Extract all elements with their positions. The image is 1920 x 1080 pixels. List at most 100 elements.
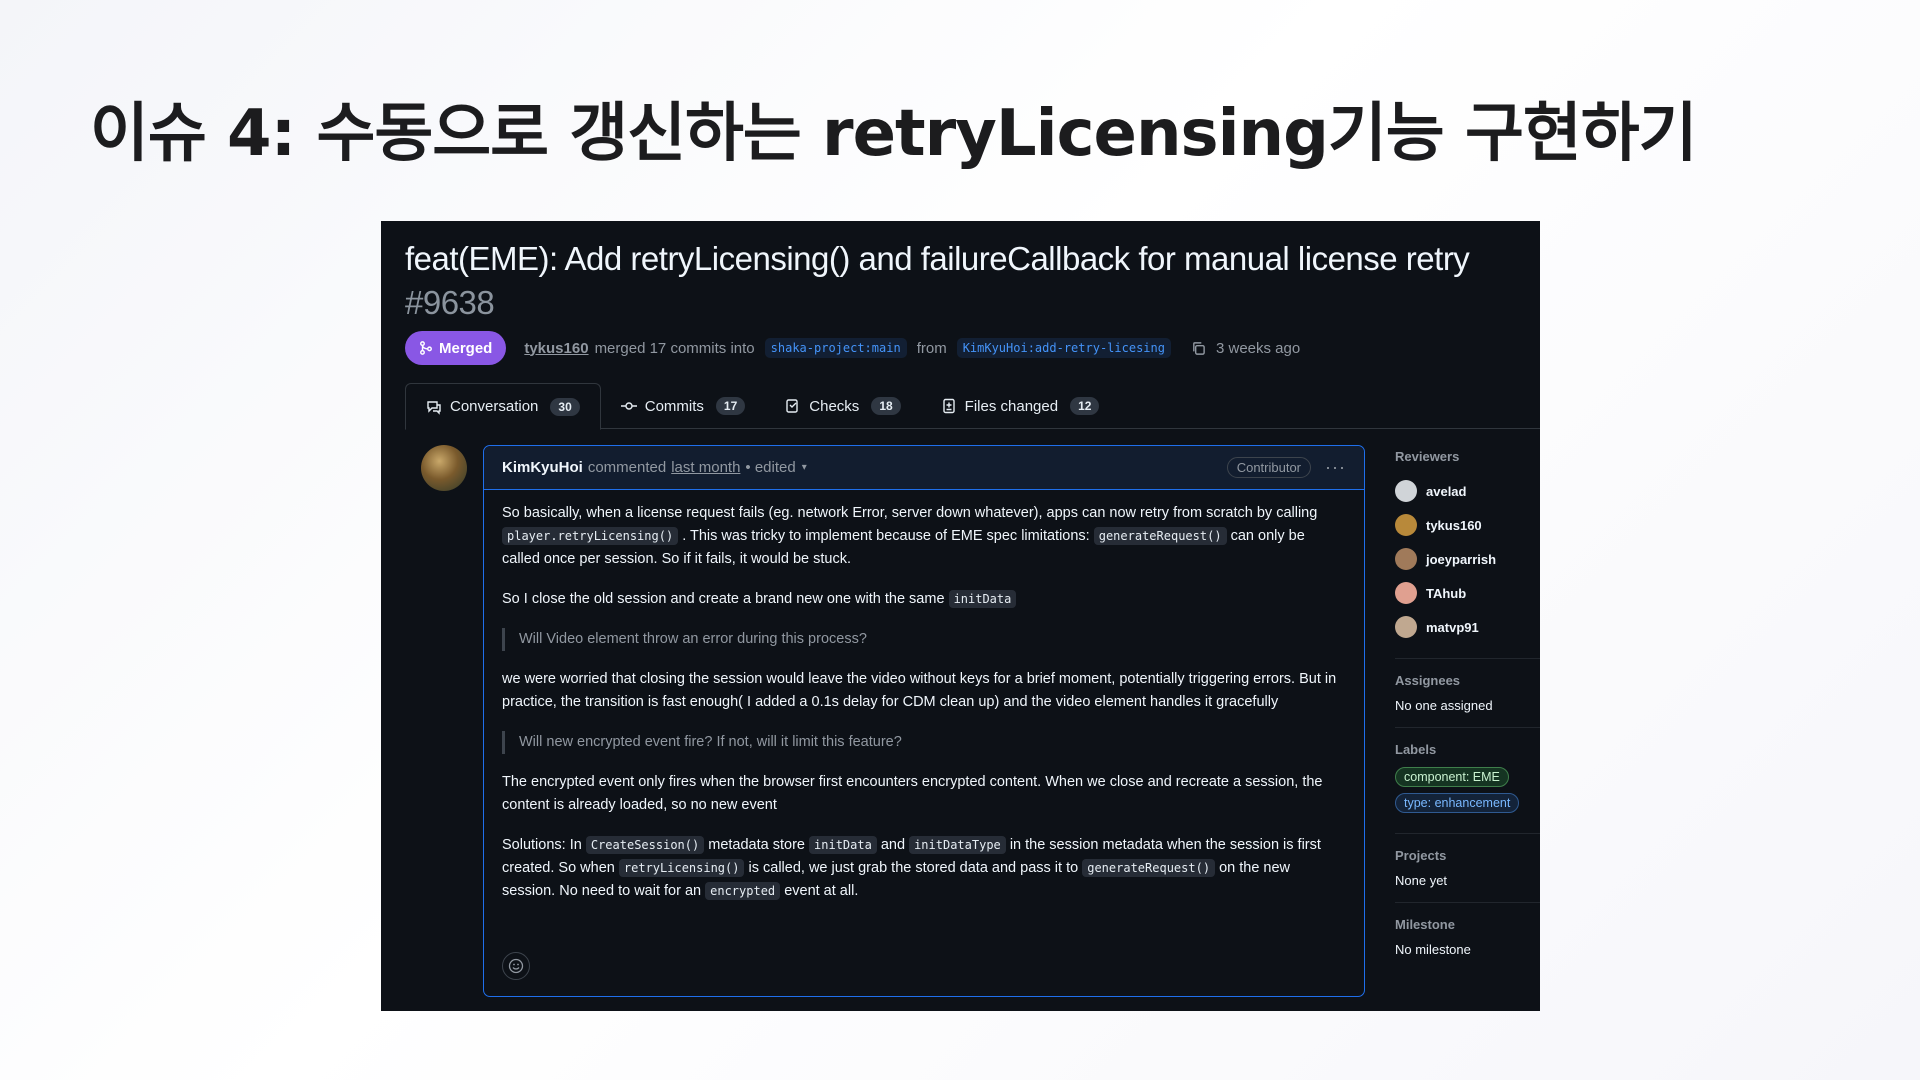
label-badge[interactable]: type: enhancement (1395, 793, 1520, 813)
blockquote: Will new encrypted event fire? If not, w… (502, 731, 1346, 754)
merged-badge-label: Merged (439, 339, 493, 357)
emoji-reaction-button[interactable] (502, 952, 530, 980)
reviewer-name: avelad (1426, 483, 1467, 499)
slide-title: 이슈 4: 수동으로 갱신하는 retryLicensing기능 구현하기 (90, 97, 1697, 171)
labels-section: Labels component: EME type: enhancement (1395, 742, 1540, 834)
projects-section: Projects None yet (1395, 848, 1540, 903)
pr-tabs: Conversation 30 Commits 17 Checks 18 Fil… (405, 383, 1540, 430)
pr-sidebar: Reviewers avelad tykus160 joeyparrish TA… (1395, 449, 1540, 985)
text: event at all. (784, 883, 859, 899)
inline-code: player.retryLicensing() (502, 527, 679, 545)
inline-code: initDataType (909, 836, 1006, 854)
from-text: from (916, 339, 947, 357)
inline-code: CreateSession() (585, 836, 705, 854)
smiley-icon (508, 958, 524, 974)
avatar (1395, 480, 1417, 502)
pr-number[interactable]: #9638 (405, 284, 495, 321)
tab-label: Checks (809, 397, 860, 415)
kebab-menu-icon[interactable]: ··· (1325, 457, 1346, 478)
paragraph: So I close the old session and create a … (502, 588, 1346, 611)
text: . This was tricky to implement because o… (682, 528, 1090, 544)
avatar[interactable] (421, 445, 467, 491)
reviewers-heading[interactable]: Reviewers (1395, 449, 1540, 464)
tab-counter: 12 (1070, 397, 1100, 415)
milestone-heading[interactable]: Milestone (1395, 917, 1540, 932)
comment-header: KimKyuHoi commented last month • edited … (484, 446, 1364, 490)
labels-heading[interactable]: Labels (1395, 742, 1540, 757)
reviewer-name: TAhub (1426, 585, 1467, 601)
commit-icon (620, 402, 637, 410)
comment-author[interactable]: KimKyuHoi (502, 459, 583, 476)
milestone-section: Milestone No milestone (1395, 917, 1540, 971)
paragraph: The encrypted event only fires when the … (502, 774, 1323, 813)
assignees-section: Assignees No one assigned (1395, 673, 1540, 728)
pr-title-text: feat(EME): Add retryLicensing() and fail… (405, 240, 1470, 277)
inline-code: encrypted (705, 882, 781, 900)
projects-value: None yet (1395, 873, 1448, 888)
reviewer-item[interactable]: avelad (1395, 474, 1540, 508)
reviewer-item[interactable]: joeyparrish (1395, 542, 1540, 576)
inline-code: initData (809, 836, 877, 854)
merge-text: merged 17 commits into (594, 339, 755, 357)
tab-label: Commits (644, 397, 704, 415)
tab-conversation[interactable]: Conversation 30 (405, 383, 601, 430)
tab-label: Files changed (964, 397, 1059, 415)
avatar (1395, 514, 1417, 536)
avatar (1395, 582, 1417, 604)
tab-label: Conversation (450, 398, 539, 415)
text: and (880, 837, 906, 853)
comment-time[interactable]: last month (671, 459, 740, 476)
head-branch[interactable]: KimKyuHoi:add-retry-licesing (956, 338, 1171, 358)
contributor-badge: Contributor (1226, 457, 1312, 478)
avatar (1395, 616, 1417, 638)
base-branch[interactable]: shaka-project:main (764, 338, 907, 358)
paragraph: Solutions: In CreateSession() metadata s… (502, 834, 1346, 903)
inline-code: retryLicensing() (618, 859, 745, 877)
assignees-value: No one assigned (1395, 698, 1493, 713)
reviewer-item[interactable]: tykus160 (1395, 508, 1540, 542)
comment-icon (427, 400, 441, 415)
projects-heading[interactable]: Projects (1395, 848, 1540, 863)
tab-counter: 18 (871, 397, 901, 415)
assignees-heading[interactable]: Assignees (1395, 673, 1540, 688)
text: is called, we just grab the stored data … (748, 860, 1079, 876)
merge-time: 3 weeks ago (1215, 339, 1301, 357)
copy-icon[interactable] (1191, 341, 1206, 356)
reviewer-name: tykus160 (1426, 517, 1482, 533)
file-diff-icon (942, 398, 955, 414)
tab-counter: 17 (715, 397, 746, 415)
comment-action: commented (587, 459, 667, 476)
text: metadata store (708, 837, 805, 853)
reviewer-name: matvp91 (1426, 619, 1479, 635)
inline-code: generateRequest() (1093, 527, 1227, 545)
pr-meta: Merged tykus160 merged 17 commits into s… (405, 331, 1300, 365)
checklist-icon (786, 399, 798, 413)
comment-body: So basically, when a license request fai… (484, 490, 1364, 903)
avatar (1395, 548, 1417, 570)
tab-checks[interactable]: Checks 18 (765, 383, 920, 429)
tab-files-changed[interactable]: Files changed 12 (921, 383, 1120, 429)
comment-box: KimKyuHoi commented last month • edited … (483, 445, 1365, 997)
github-pr-screenshot: feat(EME): Add retryLicensing() and fail… (381, 221, 1540, 1011)
merge-icon (420, 341, 432, 355)
reviewer-item[interactable]: TAhub (1395, 576, 1540, 610)
reviewer-name: joeyparrish (1426, 551, 1497, 567)
text: So basically, when a license request fai… (502, 505, 1318, 521)
paragraph: we were worried that closing the session… (502, 671, 1337, 710)
label-badge[interactable]: component: EME (1395, 767, 1509, 787)
edited-dropdown[interactable]: • edited (745, 459, 795, 476)
pr-title: feat(EME): Add retryLicensing() and fail… (405, 237, 1525, 325)
paragraph: So basically, when a license request fai… (502, 502, 1346, 571)
blockquote: Will Video element throw an error during… (502, 628, 1346, 651)
inline-code: initData (948, 590, 1017, 608)
tab-commits[interactable]: Commits 17 (601, 383, 766, 429)
reviewer-item[interactable]: matvp91 (1395, 610, 1540, 644)
text: So I close the old session and create a … (502, 591, 945, 607)
reviewers-section: Reviewers avelad tykus160 joeyparrish TA… (1395, 449, 1540, 659)
tab-counter: 30 (550, 397, 580, 416)
merger-link[interactable]: tykus160 (524, 340, 588, 357)
text: Solutions: In (502, 837, 582, 853)
chevron-down-icon[interactable]: ▾ (802, 462, 807, 473)
milestone-value: No milestone (1395, 942, 1471, 957)
inline-code: generateRequest() (1082, 859, 1216, 877)
